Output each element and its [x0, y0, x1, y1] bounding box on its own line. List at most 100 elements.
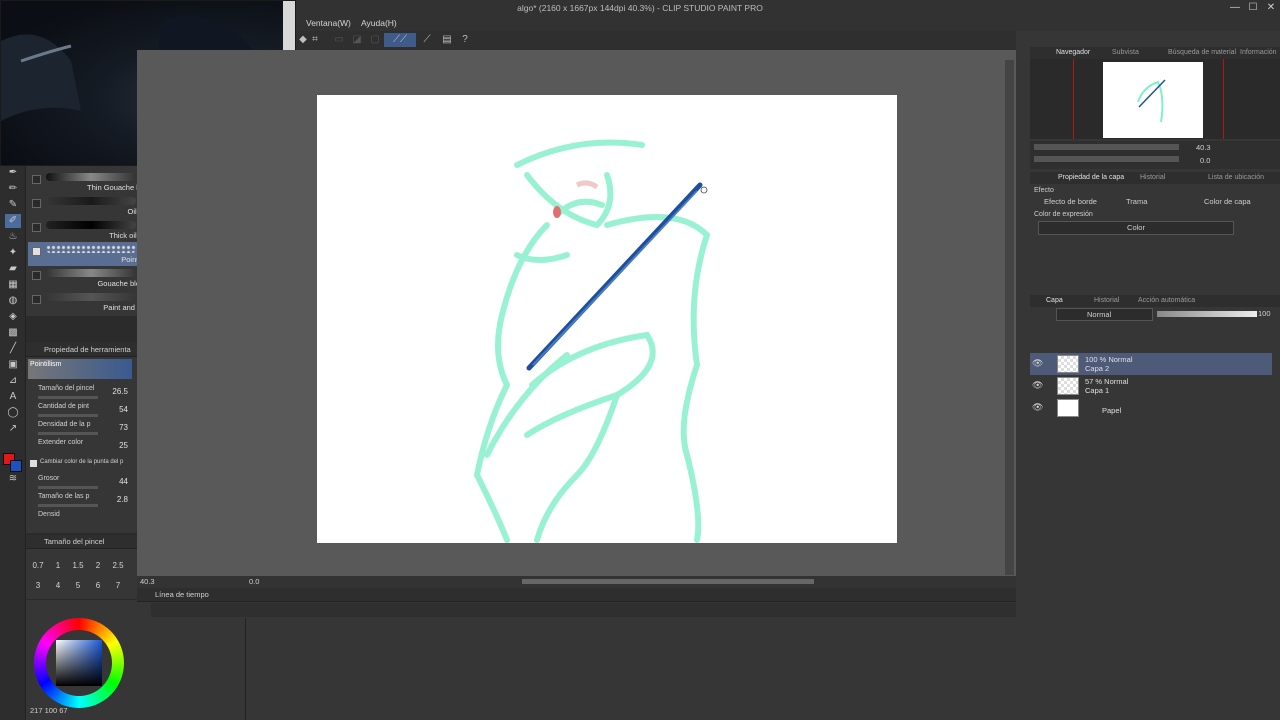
brush-size-option[interactable]: 0.7: [28, 561, 48, 570]
blend-icon[interactable]: ▦: [5, 278, 21, 292]
subtool-item[interactable]: Oil paint: [28, 194, 155, 218]
zoom-slider[interactable]: [1034, 144, 1179, 150]
water-icon[interactable]: ◍: [5, 294, 21, 308]
text-tool-icon[interactable]: A: [5, 390, 21, 404]
brush-size-option[interactable]: 3: [28, 581, 48, 595]
tab-history[interactable]: Historial: [1140, 174, 1165, 181]
subtool-checkbox[interactable]: [32, 223, 41, 232]
tab-auto-action[interactable]: Acción automática: [1138, 297, 1195, 304]
expression-color-select[interactable]: Color: [1038, 221, 1234, 235]
prop-value[interactable]: 2.8: [117, 495, 128, 504]
layer-row-selected[interactable]: 👁 100 % Normal Capa 2: [1030, 353, 1272, 375]
figure-icon[interactable]: ╱: [5, 342, 21, 356]
prop-slider[interactable]: [38, 414, 98, 417]
canvas-paper[interactable]: [317, 95, 897, 543]
prop-paint-amount[interactable]: Cantidad de pint 54: [36, 403, 136, 419]
clear-icon[interactable]: ◪: [350, 33, 364, 47]
layer-name[interactable]: Capa 1: [1085, 386, 1109, 395]
brush-size-option[interactable]: 7: [108, 581, 128, 595]
prop-value[interactable]: 44: [119, 477, 128, 486]
subtool-checkbox[interactable]: [32, 271, 41, 280]
ruler-icon[interactable]: ⟋: [420, 33, 434, 47]
eraser-icon[interactable]: ▰: [5, 262, 21, 276]
layer-color-button[interactable]: Color de capa: [1204, 197, 1251, 206]
opacity-slider[interactable]: [1157, 311, 1257, 317]
maximize-button[interactable]: ☐: [1246, 2, 1260, 14]
saturation-square[interactable]: [56, 640, 102, 686]
eye-icon[interactable]: 👁: [1032, 402, 1043, 413]
subtool-checkbox[interactable]: [32, 175, 41, 184]
canvas-area[interactable]: [137, 50, 1016, 577]
horizontal-scrollbar[interactable]: [522, 579, 814, 584]
tab-location-list[interactable]: Lista de ubicación: [1208, 174, 1264, 181]
tab-material-search[interactable]: Búsqueda de material: [1168, 49, 1236, 56]
decoration-icon[interactable]: ✦: [5, 246, 21, 260]
crop-icon[interactable]: ⌗: [308, 33, 322, 47]
layer-row[interactable]: 👁 57 % Normal Capa 1: [1030, 375, 1272, 397]
subtool-checkbox[interactable]: [32, 295, 41, 304]
border-effect-button[interactable]: Efecto de borde: [1044, 197, 1097, 206]
prop-value[interactable]: 25: [119, 441, 128, 450]
tab-subview[interactable]: Subvista: [1112, 49, 1139, 56]
prop-slider[interactable]: [38, 486, 98, 489]
subtool-item-selected[interactable]: Pointillism: [28, 242, 155, 266]
prop-value[interactable]: 73: [119, 423, 128, 432]
prop-blend-color[interactable]: Extender color 25: [36, 439, 136, 455]
prop-particle-size[interactable]: Tamaño de las p 2.8: [36, 493, 136, 509]
pencil-alt-icon[interactable]: ✎: [5, 198, 21, 212]
prop-paint-density[interactable]: Densidad de la p 73: [36, 421, 136, 437]
frame-icon[interactable]: ▣: [5, 358, 21, 372]
prop-value[interactable]: 54: [119, 405, 128, 414]
navigator-thumbnail[interactable]: [1103, 62, 1203, 138]
snap-icon[interactable]: ▢: [368, 33, 382, 47]
minimize-button[interactable]: —: [1228, 2, 1242, 14]
prop-slider[interactable]: [38, 432, 98, 435]
brush-size-option[interactable]: 2.5: [108, 561, 128, 570]
balloon-vector-icon[interactable]: ⊿: [5, 374, 21, 388]
vertical-scrollbar[interactable]: [1005, 60, 1014, 575]
tab-history[interactable]: Historial: [1094, 297, 1119, 304]
checkbox[interactable]: [30, 460, 37, 467]
subtool-checkbox[interactable]: [32, 247, 41, 256]
sub-color-swatch[interactable]: [10, 460, 22, 472]
document-icon[interactable]: ▤: [440, 33, 454, 47]
prop-brush-size[interactable]: Tamaño del pincel 26.5: [36, 385, 136, 401]
prop-density[interactable]: Densid: [36, 511, 136, 527]
subtool-item[interactable]: Gouache blender: [28, 266, 155, 290]
menu-ventana[interactable]: Ventana(W): [306, 18, 351, 28]
prop-value[interactable]: 26.5: [112, 387, 128, 396]
prop-change-tip-color[interactable]: Cambiar color de la punta del p: [30, 459, 130, 475]
pen-tool-icon[interactable]: ✒: [5, 166, 21, 180]
brush-size-option[interactable]: 1.5: [68, 561, 88, 570]
layer-row[interactable]: 👁 Papel: [1030, 397, 1272, 419]
tab-layer[interactable]: Capa: [1046, 297, 1063, 304]
prop-slider[interactable]: [38, 504, 98, 507]
fill-tool-icon[interactable]: ◈: [5, 310, 21, 324]
navigator-zoom[interactable]: 40.3: [1196, 143, 1211, 152]
tab-layer-property[interactable]: Propiedad de la capa: [1058, 174, 1124, 181]
tone-button[interactable]: Trama: [1126, 197, 1147, 206]
balloon-icon[interactable]: ◯: [5, 406, 21, 420]
tab-information[interactable]: Información: [1240, 49, 1277, 56]
close-button[interactable]: ✕: [1264, 2, 1278, 14]
prop-thickness[interactable]: Grosor 44: [36, 475, 136, 491]
rotation-slider[interactable]: [1034, 156, 1179, 162]
airbrush-icon[interactable]: ♨: [5, 230, 21, 244]
correct-line-icon[interactable]: ↗: [5, 422, 21, 436]
subtool-item[interactable]: Paint and apply: [28, 290, 155, 314]
subtool-checkbox[interactable]: [32, 199, 41, 208]
help-icon[interactable]: ?: [458, 33, 472, 47]
blend-mode-select[interactable]: Normal: [1056, 308, 1153, 321]
layer-name[interactable]: Papel: [1102, 406, 1121, 415]
zoom-readout[interactable]: 40.3: [140, 577, 155, 586]
opacity-value[interactable]: 100: [1258, 309, 1271, 318]
tab-navigator[interactable]: Navegador: [1056, 49, 1090, 56]
brush-size-option[interactable]: 2: [88, 561, 108, 570]
eye-icon[interactable]: 👁: [1032, 380, 1043, 391]
navigator-rotation[interactable]: 0.0: [1200, 156, 1210, 165]
brush-size-option[interactable]: 1: [48, 561, 68, 570]
ruler-snap-icon[interactable]: ⟋⟋: [384, 33, 416, 47]
rotation-readout[interactable]: 0.0: [249, 577, 259, 586]
brush-size-option[interactable]: 5: [68, 581, 88, 595]
subtool-item[interactable]: Thin Gouache brush: [28, 170, 155, 194]
